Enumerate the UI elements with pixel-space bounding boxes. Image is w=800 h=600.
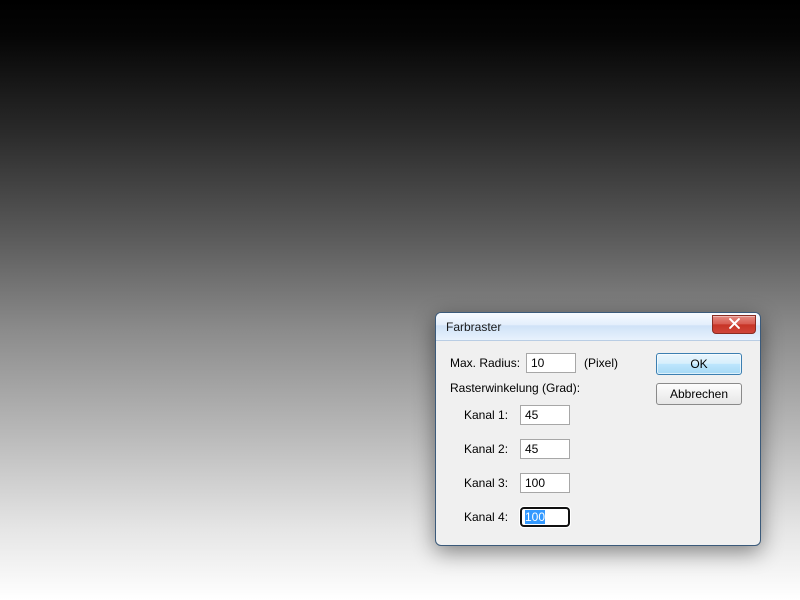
max-radius-label: Max. Radius: [450, 356, 526, 370]
channel-3-input[interactable] [520, 473, 570, 493]
max-radius-input[interactable] [526, 353, 576, 373]
ok-button[interactable]: OK [656, 353, 742, 375]
close-button[interactable] [712, 315, 756, 334]
channel-4-input[interactable] [520, 507, 570, 527]
dialog-title: Farbraster [446, 320, 501, 334]
close-icon [729, 318, 740, 332]
channel-1-input[interactable] [520, 405, 570, 425]
channel-2-input[interactable] [520, 439, 570, 459]
titlebar[interactable]: Farbraster [436, 313, 760, 341]
max-radius-unit: (Pixel) [584, 356, 618, 370]
farbraster-dialog: Farbraster Max. Radius: (Pixel) Rasterwi… [435, 312, 761, 546]
cancel-button[interactable]: Abbrechen [656, 383, 742, 405]
raster-angle-header: Rasterwinkelung (Grad): [450, 381, 648, 395]
channel-1-label: Kanal 1: [464, 408, 520, 422]
channel-3-label: Kanal 3: [464, 476, 520, 490]
channel-2-label: Kanal 2: [464, 442, 520, 456]
channel-4-label: Kanal 4: [464, 510, 520, 524]
